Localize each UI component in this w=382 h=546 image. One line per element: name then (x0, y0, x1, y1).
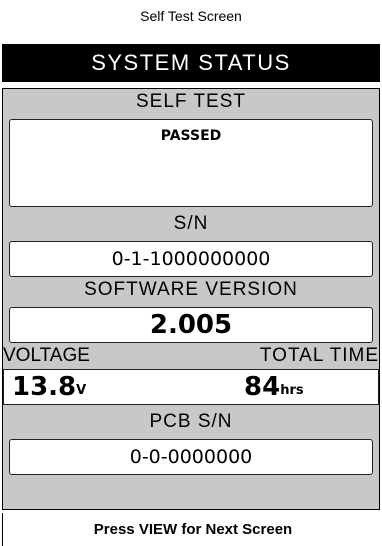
total-time-reading: 84hrs (244, 370, 304, 408)
status-panel: SELF TEST PASSED S/N 0-1-1000000000 SOFT… (2, 88, 380, 510)
serial-number-label: S/N (173, 213, 209, 234)
total-time-unit: hrs (280, 383, 304, 398)
total-time-label: TOTAL TIME (259, 345, 379, 366)
screen-caption: Self Test Screen (140, 8, 242, 24)
screen-title: SYSTEM STATUS (2, 44, 380, 82)
serial-number-box: 0-1-1000000000 (9, 241, 373, 277)
serial-number-value: 0-1-1000000000 (111, 248, 271, 270)
software-version-label: SOFTWARE VERSION (84, 279, 298, 300)
device-screen: SYSTEM STATUS SELF TEST PASSED S/N 0-1-1… (0, 40, 382, 546)
pcb-serial-label: PCB S/N (149, 411, 233, 432)
self-test-label: SELF TEST (135, 91, 246, 112)
voltage-label: VOLTAGE (3, 345, 90, 366)
footer-hint: Press VIEW for Next Screen (2, 513, 382, 546)
voltage-reading: 13.8V (12, 370, 86, 408)
self-test-box: PASSED (9, 119, 373, 207)
software-version-box: 2.005 (9, 307, 373, 343)
voltage-value: 13.8 (12, 372, 77, 402)
pcb-serial-box: 0-0-0000000 (9, 439, 373, 475)
voltage-unit: V (76, 383, 87, 398)
readings-box: 13.8V 84hrs (3, 369, 379, 405)
pcb-serial-value: 0-0-0000000 (129, 446, 253, 468)
self-test-result: PASSED (160, 128, 222, 144)
software-version-value: 2.005 (149, 310, 233, 340)
total-time-value: 84 (244, 372, 281, 402)
